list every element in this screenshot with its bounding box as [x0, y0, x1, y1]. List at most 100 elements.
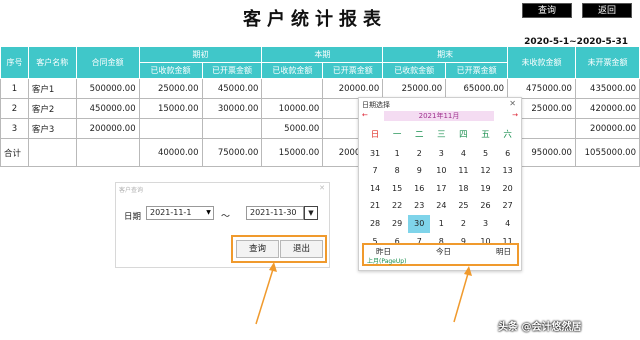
calendar-day[interactable]: 2: [408, 145, 430, 163]
calendar-day[interactable]: 27: [497, 197, 519, 215]
calendar-day[interactable]: 8: [386, 162, 408, 180]
calendar-day[interactable]: 20: [497, 180, 519, 198]
month-nav: ← 2021年11月 →: [362, 111, 518, 121]
report-table: 序号 客户名称 合同金额 期初 本期 期末 未收款金额 未开票金额 已收款金额 …: [0, 46, 640, 167]
calendar-week-row: 21 22 23 24 25 26 27: [364, 197, 519, 215]
annotation-arrow-left: [255, 262, 277, 325]
calendar-day[interactable]: 9: [408, 162, 430, 180]
chevron-down-icon[interactable]: ▼: [204, 207, 213, 219]
cell-seq: 2: [0, 98, 29, 119]
calendar-day[interactable]: 4: [452, 145, 474, 163]
col-group-prev: 期初: [138, 46, 263, 63]
col-end-invoiced: 已开票金额: [445, 62, 509, 79]
calendar-day[interactable]: 5: [474, 145, 496, 163]
calendar-day[interactable]: 22: [386, 197, 408, 215]
cell-amount: 475000.00: [507, 78, 576, 99]
calendar-day[interactable]: 1: [430, 215, 452, 233]
calendar-day[interactable]: 3: [430, 145, 452, 163]
col-uninvoiced: 未开票金额: [574, 46, 640, 79]
calendar-day[interactable]: 14: [364, 180, 386, 198]
calendar-day[interactable]: 28: [364, 215, 386, 233]
cell-amount: [138, 118, 203, 139]
calendar-day[interactable]: 4: [497, 215, 519, 233]
weekday-label: 五: [481, 130, 490, 140]
cell-total-label: 合计: [0, 138, 29, 167]
range-separator: ～: [221, 212, 231, 222]
month-label: 2021年11月: [384, 111, 494, 121]
close-icon[interactable]: ✕: [509, 99, 516, 108]
calendar-day[interactable]: 17: [430, 180, 452, 198]
cell-amount: 45000.00: [201, 78, 263, 99]
calendar-day[interactable]: 12: [474, 162, 496, 180]
calendar-day[interactable]: 25: [452, 197, 474, 215]
calendar-day[interactable]: 6: [497, 145, 519, 163]
dialog-query-button[interactable]: 查询: [236, 240, 279, 258]
calendar-week-row: 28 29 30 1 2 3 4: [364, 214, 519, 233]
date-label: 日期: [124, 212, 142, 222]
arrow-left-icon[interactable]: ←: [362, 111, 368, 119]
calendar-day[interactable]: 1: [386, 145, 408, 163]
calendar-day[interactable]: 19: [474, 180, 496, 198]
calendar-day[interactable]: 3: [474, 215, 496, 233]
col-prev-invoiced: 已开票金额: [201, 62, 263, 79]
date-from-value: 2021-11-1: [150, 208, 192, 217]
calendar-day[interactable]: 24: [430, 197, 452, 215]
dialog-title: 客户查询: [119, 187, 144, 194]
calendar-day[interactable]: 7: [364, 162, 386, 180]
back-button[interactable]: 返回: [582, 3, 632, 18]
col-curr-received: 已收款金额: [261, 62, 324, 79]
today-button[interactable]: 今日: [436, 246, 451, 257]
total-row: 合计 40000.00 75000.00 15000.00 20000.00 9…: [0, 138, 640, 167]
chevron-down-icon[interactable]: ▼: [304, 206, 318, 220]
calendar-day[interactable]: 15: [386, 180, 408, 198]
date-from-field[interactable]: 2021-11-1 ▼: [146, 206, 214, 220]
calendar-day[interactable]: 31: [364, 145, 386, 163]
calendar-grid: 日 一 二 三 四 五 六 31 1 2 3 4 5 6 7 8 9 10 11 12 13 14 15 16 1…: [364, 127, 519, 250]
cell-seq: 1: [0, 78, 29, 99]
col-group-end: 期末: [382, 46, 509, 63]
calendar-day[interactable]: 16: [408, 180, 430, 198]
dialog-exit-button[interactable]: 退出: [280, 240, 323, 258]
calendar-day[interactable]: 18: [452, 180, 474, 198]
calendar-day[interactable]: 11: [452, 162, 474, 180]
cell-amount: 450000.00: [75, 98, 140, 119]
calendar-day[interactable]: 23: [408, 197, 430, 215]
close-icon[interactable]: ✕: [319, 184, 325, 192]
customer-query-dialog: 客户查询 ✕ 日期 2021-11-1 ▼ ～ 2021-11-30 ▼ 查询 …: [115, 182, 330, 268]
cell-amount: 435000.00: [574, 78, 640, 99]
calendar-day[interactable]: 30: [408, 214, 431, 233]
cell-amount: 200000.00: [75, 118, 140, 139]
cell-name: 客户2: [27, 98, 77, 119]
calendar-week-row: 14 15 16 17 18 19 20: [364, 180, 519, 198]
calendar-day[interactable]: 29: [386, 215, 408, 233]
cell-amount: 75000.00: [201, 138, 263, 167]
cell-name: [27, 138, 77, 167]
table-row: 3 客户3 200000.00 5000.00 200000.00: [0, 118, 640, 139]
tomorrow-button[interactable]: 明日: [496, 246, 511, 257]
cell-name: 客户3: [27, 118, 77, 139]
query-button[interactable]: 查询: [522, 3, 572, 18]
col-unreceived: 未收款金额: [507, 46, 576, 79]
date-to-field[interactable]: 2021-11-30: [246, 206, 304, 220]
cell-amount: 500000.00: [75, 78, 140, 99]
weekday-header: 日 一 二 三 四 五 六: [364, 127, 519, 145]
cell-amount: 1055000.00: [574, 138, 640, 167]
col-customer-name: 客户名称: [27, 46, 77, 79]
calendar-day[interactable]: 2: [452, 215, 474, 233]
annotation-arrow-right: [453, 266, 472, 323]
cell-amount: [75, 138, 140, 167]
cell-amount: 20000.00: [322, 78, 384, 99]
calendar-day[interactable]: 26: [474, 197, 496, 215]
col-contract-amount: 合同金额: [75, 46, 140, 79]
col-group-curr: 本期: [261, 46, 384, 63]
watermark: 头条 @会计悠然居: [498, 322, 582, 333]
calendar-day[interactable]: 10: [430, 162, 452, 180]
calendar-day[interactable]: 21: [364, 197, 386, 215]
weekday-label: 六: [503, 130, 512, 140]
calendar-day[interactable]: 13: [497, 162, 519, 180]
cell-amount: 65000.00: [445, 78, 509, 99]
col-curr-invoiced: 已开票金额: [322, 62, 384, 79]
prev-month-hint: 上月(PageUp): [367, 258, 407, 265]
arrow-right-icon[interactable]: →: [512, 111, 518, 119]
cell-amount: 25000.00: [382, 78, 447, 99]
